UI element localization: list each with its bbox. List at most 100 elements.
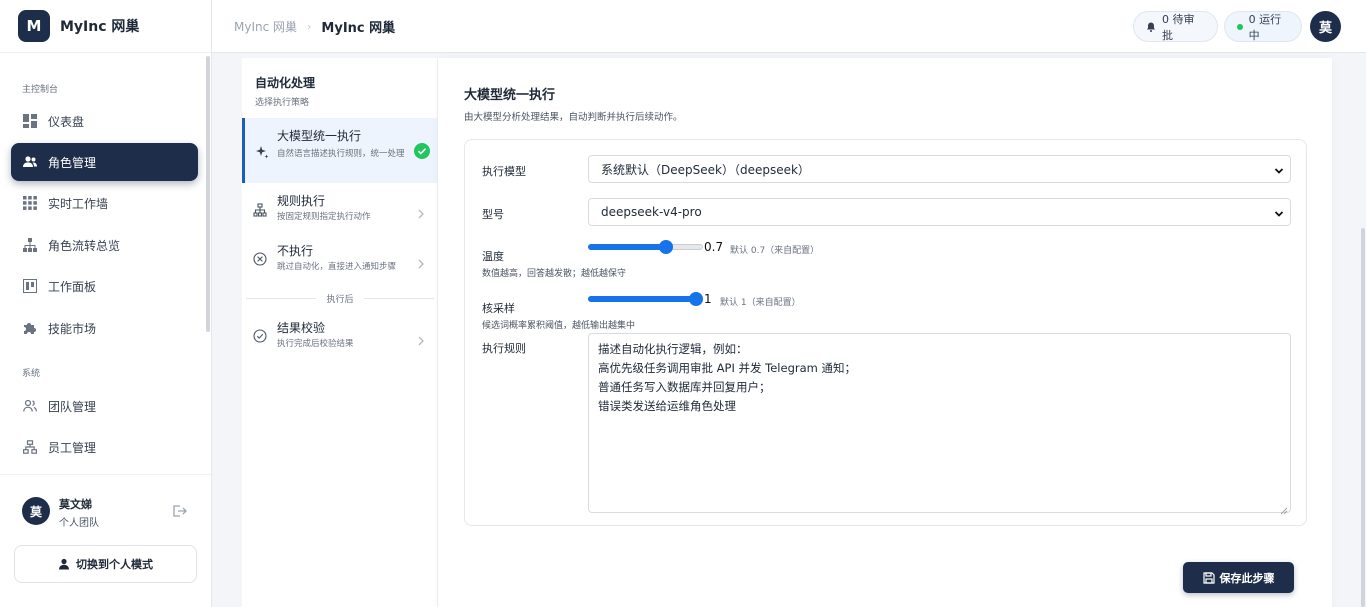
config-card: 执行模型 系统默认（DeepSeek）（deepseek） 型号 deepsee… <box>464 139 1307 526</box>
strategy-option-desc: 自然语言描述执行规则，统一处理 <box>277 149 405 159</box>
divider <box>0 474 211 475</box>
kanban-icon <box>23 279 37 293</box>
top-p-help: 候选词概率累积阈值，越低输出越集中 <box>482 321 636 331</box>
panel-subtitle: 由大模型分析处理结果，自动判断并执行后续动作。 <box>464 112 683 123</box>
slider-fill <box>588 296 696 302</box>
temperature-label: 温度 <box>482 250 504 263</box>
save-step-label: 保存此步骤 <box>1219 571 1275 585</box>
user-name: 莫文娣 <box>59 498 92 511</box>
sidebar-item-label: 团队管理 <box>48 399 97 414</box>
sidebar-item-realtime-wall[interactable]: 实时工作墙 <box>11 184 198 222</box>
top-p-slider[interactable] <box>588 290 703 308</box>
slider-thumb[interactable] <box>689 292 703 306</box>
grid-icon <box>23 196 37 210</box>
switch-personal-mode-label: 切换到个人模式 <box>76 558 153 571</box>
after-divider: 执行后 <box>246 291 434 305</box>
strategy-option-skip[interactable]: 不执行 跳过自动化，直接进入通知步骤 <box>242 238 437 284</box>
panel-title: 大模型统一执行 <box>464 88 556 103</box>
flow-icon <box>253 202 267 217</box>
rules-line: 普通任务写入数据库并回复用户； <box>598 380 771 394</box>
divider <box>364 298 434 299</box>
switch-personal-mode-button[interactable]: 切换到个人模式 <box>14 545 197 583</box>
strategy-option-title: 不执行 <box>277 244 314 258</box>
section-label-system: 系统 <box>22 369 41 379</box>
type-select[interactable]: deepseek-v4-pro <box>588 198 1291 226</box>
users-icon <box>23 155 37 169</box>
temperature-value: 0.7 <box>704 240 724 254</box>
strategy-option-desc: 按固定规则指定执行动作 <box>277 212 371 222</box>
model-select[interactable]: 系统默认（DeepSeek）（deepseek） <box>588 155 1291 183</box>
sidebar-item-label: 仪表盘 <box>48 114 85 129</box>
strategy-option-title: 结果校验 <box>277 321 326 335</box>
rules-line: 描述自动化执行逻辑，例如： <box>598 342 748 356</box>
save-step-button[interactable]: 保存此步骤 <box>1183 562 1294 593</box>
strategy-option-title: 规则执行 <box>277 194 326 208</box>
save-icon <box>1202 571 1215 584</box>
type-select-value: deepseek-v4-pro <box>601 205 702 219</box>
sidebar-item-team[interactable]: 团队管理 <box>11 387 198 425</box>
pending-approval-badge[interactable]: 0 待审批 <box>1133 11 1218 42</box>
strategy-option-result-check[interactable]: 结果校验 执行完成后校验结果 <box>242 315 437 361</box>
sparkle-icon <box>255 144 269 159</box>
strategy-panel: 自动化处理 选择执行策略 大模型统一执行 自然语言描述执行规则，统一处理 规则执… <box>242 58 438 607</box>
sidebar-item-role-flow[interactable]: 角色流转总览 <box>11 226 198 264</box>
team-icon <box>23 399 37 413</box>
breadcrumb-root[interactable]: MyInc 网巢 <box>234 18 297 35</box>
check-icon <box>414 143 430 159</box>
top-p-label: 核采样 <box>482 302 515 315</box>
sidebar-item-dashboard[interactable]: 仪表盘 <box>11 102 198 140</box>
strategy-subtitle: 选择执行策略 <box>255 98 310 108</box>
sidebar-item-label: 工作面板 <box>48 279 97 294</box>
puzzle-icon <box>23 321 37 335</box>
sidebar-item-label: 角色流转总览 <box>48 238 121 253</box>
chevron-down-icon <box>1274 165 1284 175</box>
status-dot-icon <box>1237 23 1243 30</box>
logout-icon[interactable] <box>171 503 187 519</box>
brand[interactable]: M MyInc 网巢 <box>18 10 139 42</box>
detail-panel: 大模型统一执行 由大模型分析处理结果，自动判断并执行后续动作。 执行模型 系统默… <box>438 58 1332 607</box>
strategy-option-desc: 跳过自动化，直接进入通知步骤 <box>277 262 397 272</box>
temperature-help: 数值越高，回答越发散；越低越保守 <box>482 269 627 279</box>
org-icon <box>23 440 37 454</box>
pending-approval-label: 0 待审批 <box>1162 12 1195 42</box>
section-label-main: 主控制台 <box>22 85 59 95</box>
top-p-hint: 默认 1（来自配置） <box>720 298 801 308</box>
chevron-right-icon <box>417 204 425 219</box>
slider-thumb[interactable] <box>658 240 673 254</box>
type-label: 型号 <box>482 208 504 221</box>
brand-logo: M <box>18 10 50 42</box>
breadcrumb: MyInc 网巢 › MyInc 网巢 <box>234 17 395 36</box>
sidebar-item-skill-market[interactable]: 技能市场 <box>11 309 198 347</box>
strategy-option-rules[interactable]: 规则执行 按固定规则指定执行动作 <box>242 188 437 234</box>
strategy-option-llm[interactable]: 大模型统一执行 自然语言描述执行规则，统一处理 <box>242 118 437 183</box>
sidebar-item-staff[interactable]: 员工管理 <box>11 428 198 466</box>
bell-icon <box>1146 22 1156 32</box>
temperature-hint: 默认 0.7（来自配置） <box>730 246 820 256</box>
rules-line: 错误类发送给运维角色处理 <box>598 399 736 413</box>
sidebar-scrollbar[interactable] <box>206 56 210 332</box>
running-badge[interactable]: 0 运行中 <box>1224 11 1302 42</box>
sidebar-item-label: 角色管理 <box>48 155 97 170</box>
sidebar-item-label: 员工管理 <box>48 440 97 455</box>
resize-grip-icon[interactable] <box>1280 502 1288 515</box>
sidebar-item-label: 实时工作墙 <box>48 196 109 211</box>
divider <box>0 52 211 53</box>
chevron-right-icon <box>417 254 425 269</box>
sidebar-item-roles[interactable]: 角色管理 <box>11 143 198 181</box>
rules-label: 执行规则 <box>482 342 526 355</box>
model-label: 执行模型 <box>482 165 526 178</box>
dashboard-icon <box>23 114 37 128</box>
chevron-down-icon <box>1274 208 1284 218</box>
temperature-slider[interactable] <box>588 238 703 256</box>
rules-textarea[interactable]: 描述自动化执行逻辑，例如： 高优先级任务调用审批 API 并发 Telegram… <box>588 333 1291 515</box>
avatar[interactable]: 莫 <box>1310 11 1341 42</box>
sidebar-item-work-panel[interactable]: 工作面板 <box>11 267 198 305</box>
sidebar-item-label: 技能市场 <box>48 321 97 336</box>
top-p-value: 1 <box>704 292 712 306</box>
strategy-title: 自动化处理 <box>255 76 316 90</box>
brand-name: MyInc 网巢 <box>60 19 140 35</box>
main-scrollbar[interactable] <box>1361 228 1365 607</box>
x-circle-icon <box>253 251 267 266</box>
hierarchy-icon <box>23 238 37 252</box>
user-avatar[interactable]: 莫 <box>22 497 50 525</box>
